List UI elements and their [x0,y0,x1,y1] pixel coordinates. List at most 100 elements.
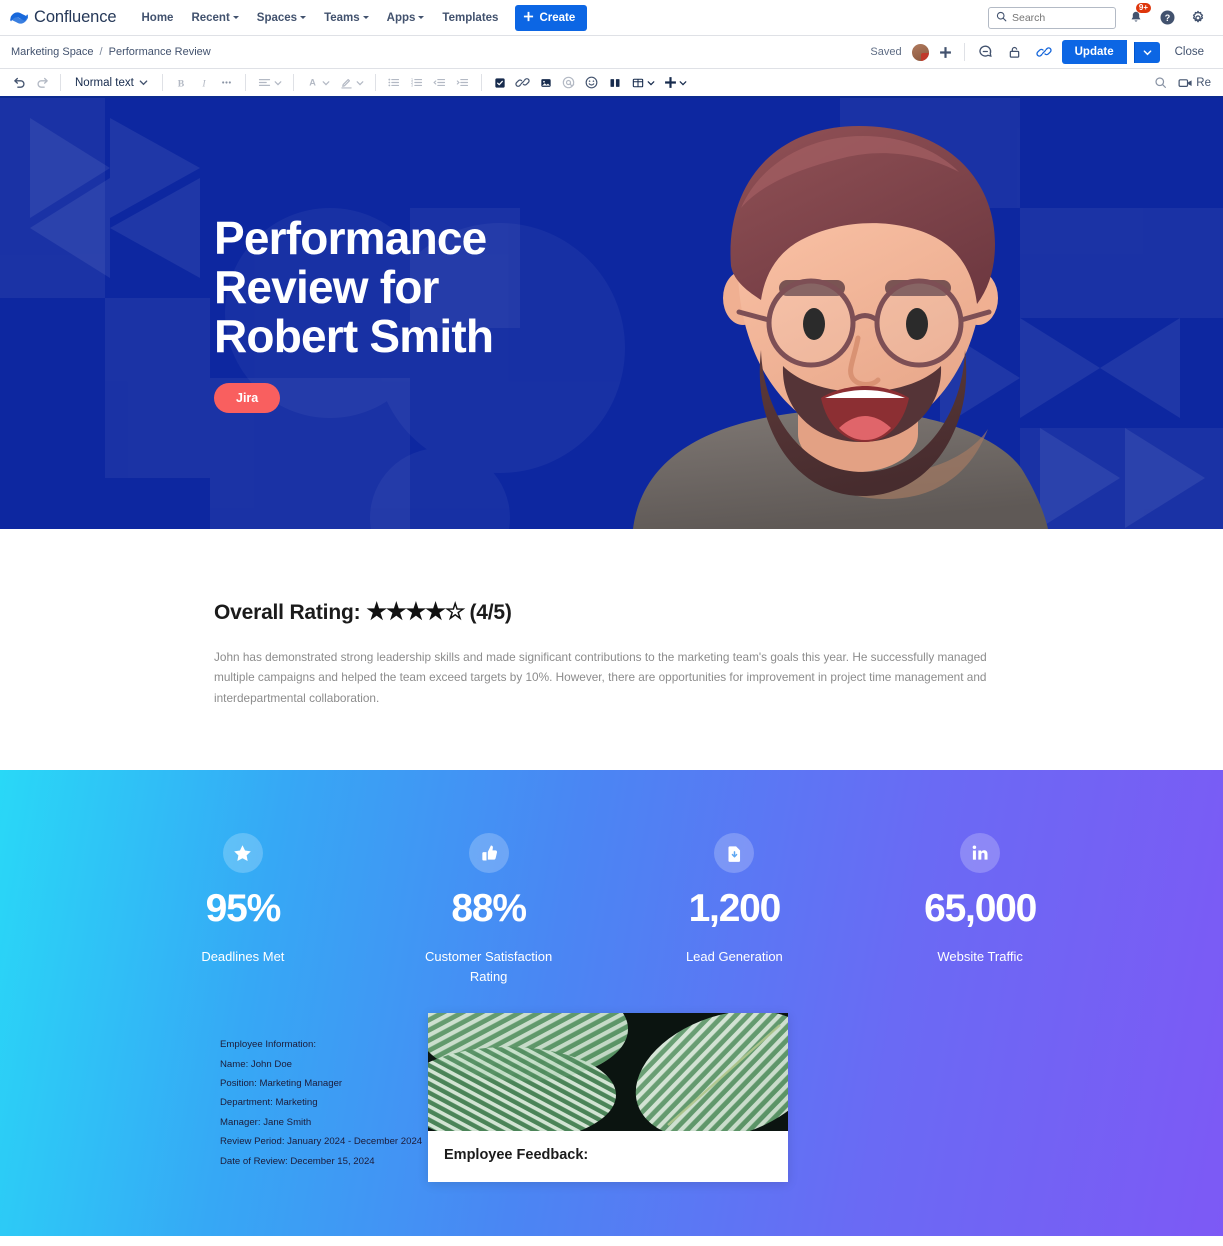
employee-feedback-title: Employee Feedback: [444,1147,589,1164]
metric-value: 88% [451,887,527,930]
metric-label: Customer Satisfaction Rating [425,949,553,985]
toolbar-right-actions: Re [1150,72,1215,94]
bold-button[interactable]: B [170,72,192,94]
nav-item-home[interactable]: Home [132,7,182,29]
insert-more-dropdown[interactable] [660,73,691,92]
metric-lead-generation: 1,200 Lead Generation [612,833,858,987]
metrics-section: 95% Deadlines Met 88% Customer Satisfact… [0,770,1223,1236]
divider [244,74,246,91]
divider [963,43,965,61]
create-button[interactable]: Create [515,4,588,31]
breadcrumb-separator: / [99,46,103,58]
copy-link-button[interactable] [1033,41,1055,63]
confluence-logo-icon [10,9,29,27]
restrictions-button[interactable] [1004,41,1026,63]
nav-item-teams-label: Teams [324,11,360,24]
notifications-button[interactable]: 9+ [1125,2,1151,29]
settings-button[interactable] [1187,7,1209,29]
jira-tag-badge[interactable]: Jira [214,382,281,413]
page-title-line-2: Review for [214,261,439,314]
search-icon [996,9,1007,27]
create-button-label: Create [539,11,576,24]
insert-image-button[interactable] [535,72,557,94]
text-color-dropdown[interactable]: A [301,72,334,93]
emoji-button[interactable] [581,72,603,94]
highlight-color-dropdown[interactable] [335,72,368,93]
divider [480,74,482,91]
metric-label: Lead Generation [685,949,783,964]
bullet-list-button[interactable] [383,72,405,94]
avatar[interactable] [910,42,930,62]
text-color-icon: A [309,77,316,87]
mention-button[interactable] [558,72,580,94]
italic-icon: I [201,78,206,89]
record-button-label: Re [1196,76,1211,89]
comment-icon [978,45,992,58]
thumbs-up-icon [468,833,509,873]
breadcrumb-page[interactable]: Performance Review [109,46,211,58]
confluence-logo-text: Confluence [34,8,117,26]
nav-item-templates[interactable]: Templates [433,7,507,29]
chevron-down-icon [232,16,239,19]
confluence-logo[interactable]: Confluence [10,8,117,27]
nav-item-recent-label: Recent [191,11,230,24]
outdent-icon [433,79,446,86]
divider [60,74,61,91]
lock-icon [1009,46,1020,58]
svg-text:B: B [178,78,185,89]
overall-rating-score: (4/5) [469,601,512,624]
record-loom-button[interactable]: Re [1174,73,1215,93]
add-collaborator-button[interactable] [937,44,954,61]
comment-button[interactable] [975,41,997,63]
nav-item-teams[interactable]: Teams [315,7,378,29]
nav-item-spaces[interactable]: Spaces [248,7,315,29]
editor-toolbar: Normal text B I A 123 Re [0,69,1223,98]
divider [161,74,163,91]
insert-link-button[interactable] [512,72,534,94]
table-dropdown[interactable] [627,73,659,93]
nav-item-home-label: Home [141,11,174,24]
chevron-down-icon [679,80,687,85]
nav-item-recent[interactable]: Recent [182,7,247,29]
star-rating-icons: ★★★★☆ [366,598,465,624]
text-style-dropdown[interactable]: Normal text [68,73,155,93]
find-replace-button[interactable] [1150,72,1172,94]
chevron-down-icon [418,16,425,19]
chevron-down-icon [300,16,307,19]
metric-deadlines-met: 95% Deadlines Met [120,833,366,987]
redo-button[interactable] [31,72,53,94]
text-align-dropdown[interactable] [253,72,286,93]
plus-icon [523,11,534,25]
search-box[interactable] [988,6,1116,29]
search-icon [1155,76,1167,88]
numbered-list-button[interactable]: 123 [406,72,428,94]
layouts-button[interactable] [604,72,626,94]
align-left-icon [258,78,270,87]
update-dropdown-button[interactable] [1133,41,1160,63]
chevron-down-icon [322,80,330,85]
chevron-down-icon [647,80,655,85]
undo-button[interactable] [8,72,30,94]
columns-icon [610,78,620,87]
search-input[interactable] [1012,11,1108,24]
more-formatting-button[interactable] [216,72,238,94]
indent-button[interactable] [452,72,474,94]
outdent-button[interactable] [429,72,451,94]
help-button[interactable]: ? [1156,7,1178,29]
plus-icon [664,77,676,88]
table-icon [632,78,644,87]
close-button[interactable]: Close [1167,41,1212,63]
chevron-down-icon [1143,49,1151,55]
page-title: Performance Review for Robert Smith [214,214,494,360]
chevron-down-icon [139,80,148,86]
metric-value: 1,200 [688,887,782,930]
italic-button[interactable]: I [193,72,215,94]
chevron-down-icon [274,80,282,85]
action-item-button[interactable] [489,72,511,94]
update-button[interactable]: Update [1061,40,1127,64]
metric-value: 95% [205,887,282,930]
breadcrumb-space[interactable]: Marketing Space [11,46,94,58]
nav-item-apps[interactable]: Apps [378,7,434,29]
notification-badge: 9+ [1135,2,1151,14]
link-icon [1036,47,1052,57]
